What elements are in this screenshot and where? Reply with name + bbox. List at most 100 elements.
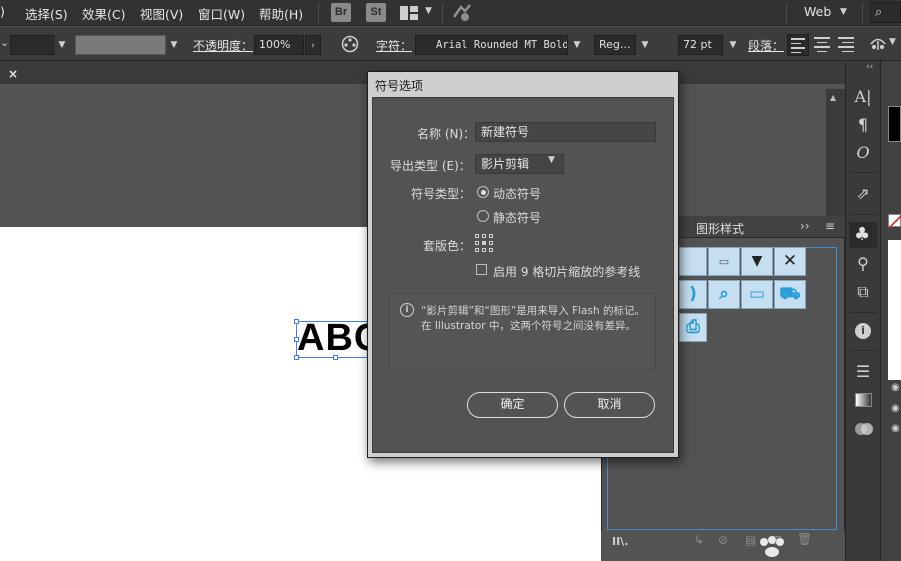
style-swatch-search[interactable]: ⌕ [708,280,740,309]
gpu-performance-icon[interactable] [451,3,473,23]
nine-slice-checkbox[interactable] [476,264,487,275]
selection-bounding-box[interactable] [296,321,376,358]
symbols-panel-tab[interactable]: ♣ [849,222,877,248]
font-family-field[interactable]: Arial Rounded MT Bold [415,35,568,55]
asset-export-icon[interactable]: ⧉ [853,282,873,302]
character-label[interactable]: 字符： [376,37,412,54]
transparency-panel-icon[interactable] [854,420,874,438]
scroll-up-icon[interactable]: ▲ [830,93,836,102]
style-swatch-dropdown[interactable]: ▼ [741,247,773,276]
menu-item-view[interactable]: 视图(V) [140,4,183,23]
variable-width-profile[interactable] [75,35,166,55]
style-swatch-card[interactable]: ▭ [741,280,773,309]
graphic-styles-tab[interactable]: 图形样式 [696,220,744,237]
vertical-scrollbar[interactable]: ▲ [826,89,845,227]
chevron-down-icon[interactable]: ▼ [425,6,432,16]
export-type-label: 导出类型 (E)： [390,159,471,173]
none-swatch[interactable] [888,214,901,229]
style-swatch-close[interactable]: ✕ [774,247,806,276]
close-icon[interactable]: × [8,67,18,81]
visibility-eye-icon[interactable]: ◉ [891,382,900,393]
paragraph-label[interactable]: 段落： [748,37,784,54]
align-left-button[interactable] [787,34,809,56]
chevron-down-icon[interactable]: ▼ [167,35,181,55]
library-icon[interactable]: II\. [612,535,628,548]
club-icon: ♣ [854,224,871,245]
info-text: “影片剪辑”和“图形”是用来导入 Flash 的标记。在 Illustrator… [421,305,645,332]
opentype-panel-icon[interactable]: O [853,143,873,163]
resize-handle[interactable] [294,319,299,324]
chevron-down-icon[interactable]: ⌄ [0,36,9,49]
info-icon: i [400,303,414,317]
symbol-sprayer-icon[interactable]: ⚲ [853,254,873,274]
registration-point-grid[interactable] [475,234,494,253]
registration-label: 套版色： [423,239,472,253]
stroke-panel-icon[interactable]: ☰ [853,362,873,382]
resize-handle[interactable] [333,355,338,360]
style-swatch-cart[interactable]: ⛟ [774,280,806,309]
search-input[interactable]: ⌕ [870,2,901,23]
arrange-documents-icon[interactable] [400,6,418,20]
align-center-button[interactable] [811,34,833,56]
swatch-strip[interactable] [888,240,901,380]
opacity-label[interactable]: 不透明度： [193,37,253,54]
menu-item-effect[interactable]: 效果(C) [82,4,125,23]
options-icon[interactable]: ▤ [745,533,756,547]
chevron-down-icon[interactable]: ▼ [840,7,847,17]
visibility-eye-icon[interactable]: ◉ [891,423,900,434]
menu-bar: ) 选择(S) 效果(C) 视图(V) 窗口(W) 帮助(H) Br St ▼ … [0,0,901,26]
menu-separator [442,3,443,23]
chevron-down-icon[interactable]: ▼ [638,35,652,55]
bridge-icon[interactable]: Br [331,3,351,22]
opacity-field[interactable]: 100% [254,35,304,55]
chevron-down-icon[interactable]: ▼ [889,37,896,47]
symbol-name-input[interactable]: 新建符号 [475,122,656,142]
fill-swatch[interactable] [888,106,901,142]
menu-item-select[interactable]: 选择(S) [25,4,68,23]
panel-menu-icon[interactable]: ≡ [825,219,835,233]
trash-icon[interactable]: 🗑 [797,532,812,546]
menu-item-truncated[interactable]: ) [0,4,5,19]
font-style-field[interactable]: Reg... [594,35,636,55]
static-symbol-radio[interactable] [477,210,489,222]
cancel-button[interactable]: 取消 [564,392,655,418]
align-right-button[interactable] [835,34,857,56]
collapse-panels-icon[interactable]: ‹‹ [866,62,873,72]
info-panel-icon[interactable]: i [855,323,871,339]
export-icon[interactable]: ⇗ [853,184,873,204]
chevron-down-icon[interactable]: ▼ [726,35,740,55]
ok-button[interactable]: 确定 [467,392,558,418]
style-swatch[interactable] [679,247,707,276]
character-panel-icon[interactable]: A| [853,87,873,107]
gradient-panel-icon[interactable] [855,393,872,407]
menu-separator [318,3,319,23]
menu-separator [786,3,787,23]
paragraph-panel-icon[interactable]: ¶ [853,115,873,135]
resize-handle[interactable] [294,355,299,360]
puppet-icon[interactable] [869,35,887,53]
font-size-field[interactable]: 72 pt [678,35,723,55]
chevron-right-icon[interactable]: › [305,35,321,55]
resize-handle[interactable] [294,337,299,342]
break-link-icon[interactable]: ↳ [694,533,704,547]
visibility-eye-icon[interactable]: ◉ [891,403,900,414]
style-swatch-slider[interactable]: ▭ [708,247,740,276]
dynamic-symbol-option-label[interactable]: 动态符号 [493,185,541,202]
nine-slice-label[interactable]: 启用 9 格切片缩放的参考线 [493,263,640,280]
unlink-icon[interactable]: ⊘ [718,533,728,547]
menu-item-window[interactable]: 窗口(W) [198,4,245,23]
expand-panel-icon[interactable]: ›› [800,219,810,233]
search-icon: ⌕ [875,5,883,20]
static-symbol-option-label[interactable]: 静态符号 [493,209,541,226]
style-swatch-wifi[interactable]: ) [679,280,707,309]
chevron-down-icon[interactable]: ▼ [548,155,555,165]
workspace-switcher[interactable]: Web [804,4,831,19]
dynamic-symbol-radio[interactable] [477,186,489,198]
stroke-weight-field[interactable] [10,35,56,55]
stock-icon[interactable]: St [366,3,386,22]
chevron-down-icon[interactable]: ▼ [570,35,584,55]
dock-separator [850,350,876,351]
style-swatch-printer[interactable]: ⎙ [679,313,707,342]
menu-item-help[interactable]: 帮助(H) [259,4,303,23]
chevron-down-icon[interactable]: ▼ [55,35,69,55]
